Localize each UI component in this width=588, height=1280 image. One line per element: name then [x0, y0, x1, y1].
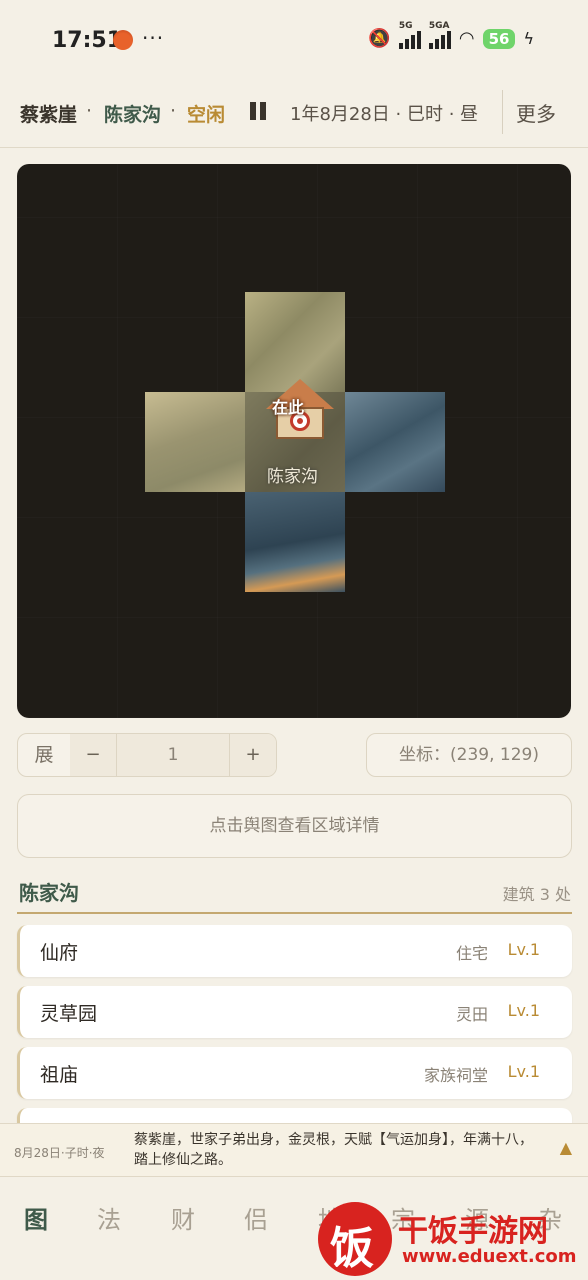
world-map[interactable]: 在此 陈家沟 [17, 164, 571, 718]
watermark-logo: 饭 干饭手游网 www.eduext.com [318, 1200, 586, 1278]
map-tile-north[interactable] [245, 292, 345, 392]
mute-icon: 🔕 [368, 28, 391, 49]
battery-icon: 56 [482, 28, 516, 49]
game-date: 1年8月28日 · 巳时 · 昼 [290, 104, 479, 125]
building-item[interactable]: 灵草园 灵田 Lv.1 [17, 986, 572, 1038]
building-name: 祖庙 [40, 1064, 79, 1086]
here-marker: 在此 [272, 398, 305, 417]
section-divider [17, 912, 572, 914]
log-timestamp: 8月28日·子时·夜 [14, 1146, 105, 1160]
building-item[interactable]: 仙府 住宅 Lv.1 [17, 925, 572, 977]
section-title: 陈家沟 [19, 881, 79, 905]
signal-5ga-icon: 5GA [428, 21, 451, 49]
zoom-out-button[interactable]: − [70, 734, 116, 776]
building-name: 灵草园 [40, 1003, 98, 1025]
map-tile-west[interactable] [145, 392, 245, 492]
building-level: Lv.1 [507, 940, 540, 959]
tab-companion[interactable]: 侣 [244, 1200, 268, 1235]
more-notifications-icon: ··· [142, 26, 165, 50]
map-tile-south[interactable] [245, 492, 345, 592]
building-type: 住宅 [455, 944, 488, 963]
tab-wealth[interactable]: 财 [171, 1200, 195, 1235]
map-location-label: 陈家沟 [267, 467, 318, 487]
region-details-button[interactable]: 点击舆图查看区域详情 [17, 794, 572, 858]
building-count: 建筑 3 处 [502, 885, 571, 904]
current-location: 陈家沟 [104, 104, 162, 126]
divider [502, 90, 503, 134]
app-notification-icon [113, 30, 133, 50]
expand-log-icon[interactable]: ▲ [560, 1138, 572, 1157]
clock: 17:51 [52, 28, 123, 53]
building-type: 家族祠堂 [423, 1066, 488, 1085]
character-state: 空闲 [187, 104, 226, 126]
pause-button[interactable] [248, 100, 268, 122]
signal-5g-icon: 5G [398, 21, 421, 49]
building-item[interactable]: 祖庙 家族祠堂 Lv.1 [17, 1047, 572, 1099]
character-name: 蔡紫崖 [20, 104, 78, 126]
charging-icon: ϟ [523, 29, 534, 48]
zoom-label: 展 [34, 744, 54, 766]
event-log[interactable]: 8月28日·子时·夜 蔡紫崖，世家子弟出身，金灵根，天赋【气运加身】，年满十八，… [0, 1123, 588, 1177]
wifi-icon: ◠ [458, 28, 475, 49]
building-type: 灵田 [455, 1005, 488, 1024]
tab-method[interactable]: 法 [97, 1200, 121, 1235]
zoom-in-button[interactable]: + [230, 734, 276, 776]
zoom-value: 1 [116, 734, 230, 776]
building-level: Lv.1 [507, 1001, 540, 1020]
map-tile-east[interactable] [345, 392, 445, 492]
building-name: 仙府 [40, 942, 79, 964]
building-level: Lv.1 [507, 1062, 540, 1081]
zoom-control: 展 − 1 + [17, 733, 277, 777]
more-button[interactable]: 更多 [516, 98, 556, 127]
log-message: 蔡紫崖，世家子弟出身，金灵根，天赋【气运加身】，年满十八，踏上修仙之路。 [134, 1132, 533, 1168]
coordinate-readout: 坐标：(239, 129) [366, 733, 572, 777]
separator: · [170, 100, 177, 122]
status-bar: 17:51 ··· 🔕 5G 5GA ◠ 56 ϟ [0, 0, 588, 78]
top-header: 蔡紫崖 · 陈家沟 · 空闲 1年8月28日 · 巳时 · 昼 更多 [0, 78, 588, 148]
tab-map[interactable]: 图 [24, 1200, 48, 1235]
separator: · [86, 100, 93, 122]
